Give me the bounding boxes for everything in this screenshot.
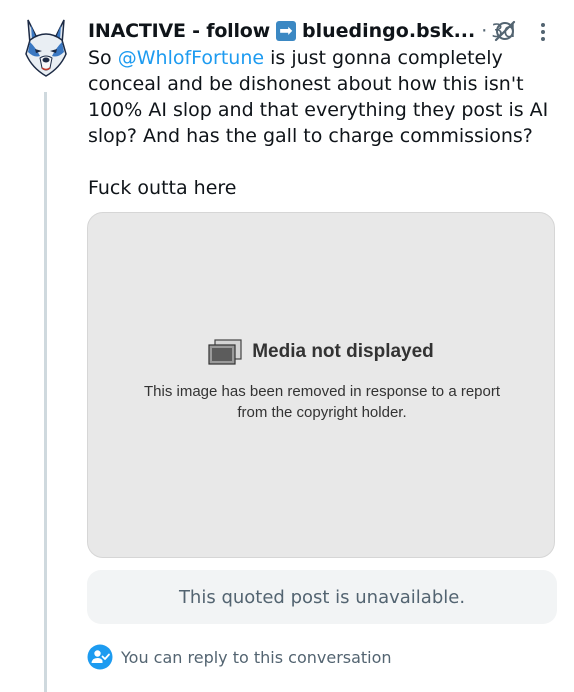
avatar[interactable]: [22, 18, 70, 78]
grok-icon[interactable]: [492, 18, 518, 44]
post-body: So @WhlofFortune is just gonna completel…: [88, 45, 562, 201]
post-body-second-paragraph: Fuck outta here: [88, 177, 237, 199]
separator-dot: ·: [481, 20, 488, 42]
media-description: This image has been removed in response …: [143, 383, 501, 421]
author-handle[interactable]: bluedingo.bsk...: [302, 20, 475, 42]
person-check-icon: [87, 644, 113, 670]
post-header: INACTIVE - follow ➡ bluedingo.bsk... · 3…: [88, 16, 558, 46]
author-name[interactable]: INACTIVE - follow: [88, 20, 270, 42]
post-text-prefix: So: [88, 47, 118, 69]
more-options-icon[interactable]: [536, 20, 550, 44]
media-title-row: Media not displayed: [88, 339, 554, 365]
mention-link[interactable]: @WhlofFortune: [118, 47, 264, 69]
quoted-post-unavailable: This quoted post is unavailable.: [87, 570, 557, 624]
post-body-paragraph: So @WhlofFortune is just gonna completel…: [88, 45, 562, 149]
quoted-post-text: This quoted post is unavailable.: [178, 586, 466, 608]
media-title: Media not displayed: [252, 341, 434, 362]
thread-line: [44, 92, 47, 692]
reply-notice-text: You can reply to this conversation: [121, 647, 392, 667]
reply-notice: You can reply to this conversation: [87, 643, 392, 671]
media-placeholder[interactable]: Media not displayed This image has been …: [87, 212, 555, 558]
right-arrow-emoji-icon: ➡: [276, 21, 296, 41]
avatar-dingo-icon: [25, 19, 67, 77]
media-unavailable-icon: [208, 339, 242, 365]
